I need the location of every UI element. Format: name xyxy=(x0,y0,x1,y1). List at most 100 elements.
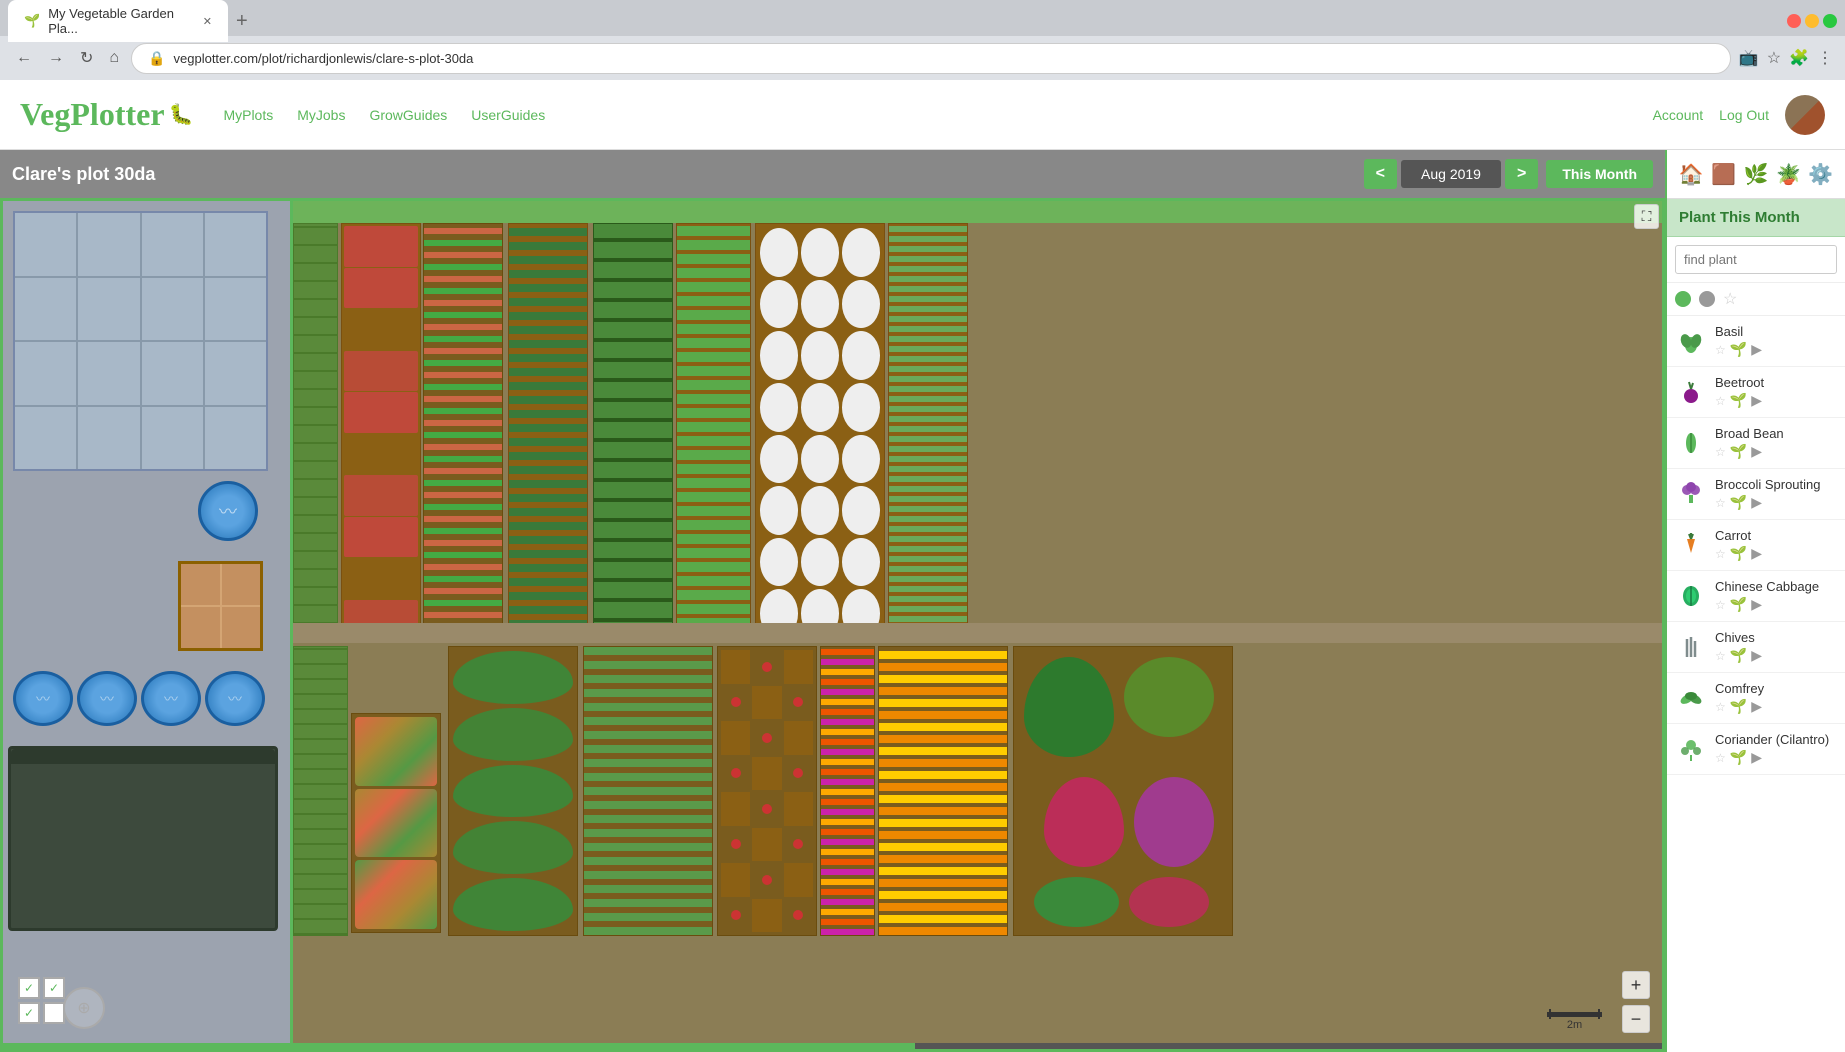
chinese-cabbage-plant-icon[interactable]: 🌱 xyxy=(1730,596,1747,613)
basil-actions: ☆ 🌱 ▶ xyxy=(1715,341,1837,358)
carrot-plant-icon[interactable]: 🌱 xyxy=(1730,545,1747,562)
comfrey-star[interactable]: ☆ xyxy=(1715,700,1726,714)
broccoli-name: Broccoli Sprouting xyxy=(1715,477,1837,492)
filter-gray-dot[interactable] xyxy=(1699,291,1715,307)
nav-userguides[interactable]: UserGuides xyxy=(471,107,545,123)
zoom-in-button[interactable]: + xyxy=(1622,971,1650,999)
bookmark-icon[interactable]: ☆ xyxy=(1767,48,1781,68)
chinese-cabbage-icon xyxy=(1675,580,1707,612)
beetroot-info-icon[interactable]: ▶ xyxy=(1751,392,1762,409)
carrot-info-icon[interactable]: ▶ xyxy=(1751,545,1762,562)
top-lawn xyxy=(293,201,1662,223)
carrot-star[interactable]: ☆ xyxy=(1715,547,1726,561)
gear-icon[interactable]: ⚙️ xyxy=(1805,156,1837,192)
filter-green-dot[interactable] xyxy=(1675,291,1691,307)
broadbean-star[interactable]: ☆ xyxy=(1715,445,1726,459)
extensions-icon[interactable]: 🧩 xyxy=(1789,48,1809,68)
main-content: Clare's plot 30da < Aug 2019 > This Mont… xyxy=(0,150,1845,1052)
cast-icon[interactable]: 📺 xyxy=(1739,48,1759,68)
comfrey-name: Comfrey xyxy=(1715,681,1837,696)
account-link[interactable]: Account xyxy=(1653,107,1704,123)
refresh-button[interactable]: ↻ xyxy=(76,44,97,72)
home-button[interactable]: ⌂ xyxy=(105,45,123,71)
broccoli-info-icon[interactable]: ▶ xyxy=(1751,494,1762,511)
bed-center-bottom xyxy=(583,646,713,936)
scale-bar: 2m xyxy=(1547,1012,1602,1031)
beetroot-plant-icon[interactable]: 🌱 xyxy=(1730,392,1747,409)
nav-growguides[interactable]: GrowGuides xyxy=(369,107,447,123)
chinese-cabbage-star[interactable]: ☆ xyxy=(1715,598,1726,612)
fullscreen-button[interactable]: ⛶ xyxy=(1634,204,1659,229)
plant-item-broadbean: Broad Bean ☆ 🌱 ▶ xyxy=(1667,418,1845,469)
coriander-plant-icon[interactable]: 🌱 xyxy=(1730,749,1747,766)
url-bar[interactable]: 🔒 vegplotter.com/plot/richardjonlewis/cl… xyxy=(131,43,1731,74)
chinese-cabbage-info-icon[interactable]: ▶ xyxy=(1751,596,1762,613)
tool-icons-bar: 🏠 🟫 🌿 🪴 ⚙️ xyxy=(1667,150,1845,199)
plant-search-input[interactable] xyxy=(1675,245,1837,274)
chives-icon xyxy=(1675,631,1707,663)
month-nav: < Aug 2019 > This Month xyxy=(1364,159,1653,189)
bed-magenta-flowers xyxy=(820,646,875,936)
chives-star[interactable]: ☆ xyxy=(1715,649,1726,663)
menu-icon[interactable]: ⋮ xyxy=(1817,48,1833,68)
logo-text: VegPlotter xyxy=(20,96,165,133)
comfrey-info: Comfrey ☆ 🌱 ▶ xyxy=(1715,681,1837,715)
pot-icon[interactable]: 🪴 xyxy=(1772,156,1804,192)
chives-info-icon[interactable]: ▶ xyxy=(1751,647,1762,664)
crosshair-tool[interactable]: ⊕ xyxy=(63,987,105,1029)
prev-month-button[interactable]: < xyxy=(1364,159,1397,189)
broadbean-plant-icon[interactable]: 🌱 xyxy=(1730,443,1747,460)
broadbean-info-icon[interactable]: ▶ xyxy=(1751,443,1762,460)
this-month-button[interactable]: This Month xyxy=(1546,160,1653,188)
basil-info-icon[interactable]: ▶ xyxy=(1751,341,1762,358)
logo-icon: 🐛 xyxy=(169,102,194,127)
chives-plant-icon[interactable]: 🌱 xyxy=(1730,647,1747,664)
logout-link[interactable]: Log Out xyxy=(1719,107,1769,123)
bed-tomatoes xyxy=(717,646,817,936)
basil-star[interactable]: ☆ xyxy=(1715,343,1726,357)
garden-canvas[interactable]: 〰 〰 〰 〰 〰 xyxy=(0,198,1665,1052)
comfrey-plant-icon[interactable]: 🌱 xyxy=(1730,698,1747,715)
right-panel: 🏠 🟫 🌿 🪴 ⚙️ Plant This Month ☆ xyxy=(1665,150,1845,1052)
app-logo: VegPlotter 🐛 xyxy=(20,96,193,133)
plant-item-comfrey: Comfrey ☆ 🌱 ▶ xyxy=(1667,673,1845,724)
tab-bar: 🌱 My Vegetable Garden Pla... ✕ + xyxy=(0,0,1845,36)
broccoli-star[interactable]: ☆ xyxy=(1715,496,1726,510)
new-tab-button[interactable]: + xyxy=(228,10,256,33)
month-display: Aug 2019 xyxy=(1401,160,1501,188)
chinese-cabbage-info: Chinese Cabbage ☆ 🌱 ▶ xyxy=(1715,579,1837,613)
shed-icon[interactable]: 🟫 xyxy=(1707,156,1739,192)
back-button[interactable]: ← xyxy=(12,45,36,71)
comfrey-icon xyxy=(1675,682,1707,714)
coriander-star[interactable]: ☆ xyxy=(1715,751,1726,765)
bed-leafy-2 xyxy=(508,223,588,643)
forward-button[interactable]: → xyxy=(44,45,68,71)
filter-star[interactable]: ☆ xyxy=(1723,289,1737,309)
nav-myplots[interactable]: MyPlots xyxy=(223,107,273,123)
url-text: vegplotter.com/plot/richardjonlewis/clar… xyxy=(174,51,474,66)
basil-plant-icon[interactable]: 🌱 xyxy=(1730,341,1747,358)
zoom-out-button[interactable]: − xyxy=(1622,1005,1650,1033)
next-month-button[interactable]: > xyxy=(1505,159,1538,189)
user-avatar[interactable] xyxy=(1785,95,1825,135)
window-minimize[interactable] xyxy=(1805,14,1819,28)
ssl-icon: 🔒 xyxy=(148,50,165,67)
beetroot-star[interactable]: ☆ xyxy=(1715,394,1726,408)
shed xyxy=(8,746,278,931)
coriander-info-icon[interactable]: ▶ xyxy=(1751,749,1762,766)
comfrey-info-icon[interactable]: ▶ xyxy=(1751,698,1762,715)
broccoli-plant-icon[interactable]: 🌱 xyxy=(1730,494,1747,511)
chives-name: Chives xyxy=(1715,630,1837,645)
nav-myjobs[interactable]: MyJobs xyxy=(297,107,345,123)
window-close[interactable] xyxy=(1787,14,1801,28)
scale-label: 2m xyxy=(1567,1019,1582,1031)
house-icon[interactable]: 🏠 xyxy=(1675,156,1707,192)
basil-name: Basil xyxy=(1715,324,1837,339)
plant-tool-icon[interactable]: 🌿 xyxy=(1740,156,1772,192)
active-tab[interactable]: 🌱 My Vegetable Garden Pla... ✕ xyxy=(8,0,228,42)
chives-info: Chives ☆ 🌱 ▶ xyxy=(1715,630,1837,664)
window-maximize[interactable] xyxy=(1823,14,1837,28)
checkbox-area: ✓ ✓ ✓ xyxy=(18,977,65,1024)
tab-close-button[interactable]: ✕ xyxy=(203,15,212,28)
coriander-info: Coriander (Cilantro) ☆ 🌱 ▶ xyxy=(1715,732,1837,766)
